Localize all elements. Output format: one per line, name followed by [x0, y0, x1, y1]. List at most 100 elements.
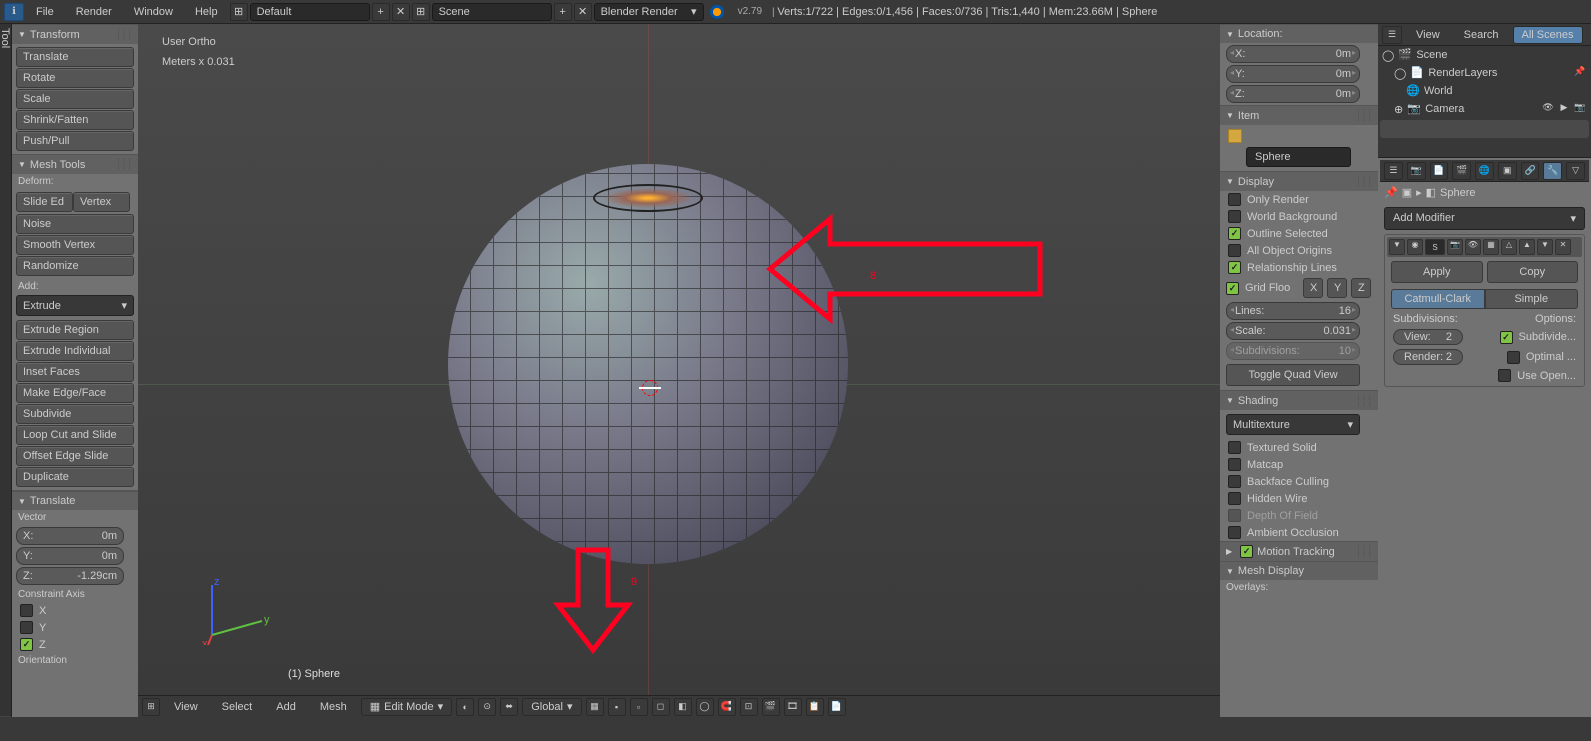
constraint-z-checkbox[interactable]: Z — [12, 636, 138, 653]
relationship-lines-checkbox[interactable]: Relationship Lines — [1220, 259, 1378, 276]
proportional-icon[interactable]: ◯ — [696, 698, 714, 716]
screen-layout-field[interactable]: Default — [250, 3, 370, 21]
optimal-display-checkbox[interactable] — [1507, 351, 1520, 364]
layout-delete-button[interactable]: ✕ — [392, 3, 410, 21]
vertex-button[interactable]: Vertex — [73, 192, 130, 212]
layout-add-button[interactable]: + — [372, 3, 390, 21]
constraint-y-checkbox[interactable]: Y — [12, 619, 138, 636]
matcap-checkbox[interactable]: Matcap — [1220, 456, 1378, 473]
file-menu[interactable]: File — [26, 4, 64, 20]
manipulator-icon[interactable]: ⬌ — [500, 698, 518, 716]
grid-floor-checkbox[interactable] — [1226, 282, 1239, 295]
subdivide-button[interactable]: Subdivide — [16, 404, 134, 424]
paste-icon[interactable]: 📄 — [828, 698, 846, 716]
backface-culling-checkbox[interactable]: Backface Culling — [1220, 473, 1378, 490]
outliner-item-scene[interactable]: ◯🎬Scene — [1378, 46, 1591, 64]
outliner-filter-dropdown[interactable]: All Scenes — [1513, 26, 1583, 44]
world-background-checkbox[interactable]: World Background — [1220, 208, 1378, 225]
mod-copy-button[interactable]: Copy — [1487, 261, 1579, 283]
edge-select-icon[interactable]: ▫ — [630, 698, 648, 716]
smooth-vertex-button[interactable]: Smooth Vertex — [16, 235, 134, 255]
only-render-checkbox[interactable]: Only Render — [1220, 191, 1378, 208]
editor-type-icon[interactable]: ⊞ — [142, 698, 160, 716]
constraint-x-checkbox[interactable]: X — [12, 602, 138, 619]
render-menu[interactable]: Render — [66, 4, 122, 20]
view-menu[interactable]: View — [164, 699, 208, 715]
transform-panel-header[interactable]: ▼Transform┊┊┊ — [12, 24, 138, 44]
outliner-item-renderlayers[interactable]: ◯📄RenderLayers📌 — [1378, 64, 1591, 82]
mod-cage-icon[interactable]: △ — [1501, 239, 1517, 255]
pivot-icon[interactable]: ⊙ — [478, 698, 496, 716]
restrict-view-icon[interactable]: 👁 — [1541, 102, 1555, 116]
props-tab-layers[interactable]: 📄 — [1430, 162, 1449, 180]
toggle-quad-view-button[interactable]: Toggle Quad View — [1226, 364, 1360, 386]
scene-field[interactable]: Scene — [432, 3, 552, 21]
extrude-dropdown[interactable]: Extrude▾ — [16, 295, 134, 316]
window-menu[interactable]: Window — [124, 4, 183, 20]
layers-icon[interactable]: ▦ — [586, 698, 604, 716]
face-select-icon[interactable]: ◻ — [652, 698, 670, 716]
slide-edge-button[interactable]: Slide Ed — [16, 192, 73, 212]
mesh-tools-panel-header[interactable]: ▼Mesh Tools┊┊┊ — [12, 154, 138, 174]
help-menu[interactable]: Help — [185, 4, 228, 20]
loc-x-field[interactable]: X:0m — [1226, 45, 1360, 63]
mesh-display-panel-header[interactable]: ▼Mesh Display — [1220, 561, 1378, 580]
mod-editmode-icon[interactable]: ▦ — [1483, 239, 1499, 255]
object-name-input[interactable] — [1246, 147, 1351, 167]
pin-icon[interactable]: 📌 — [1384, 186, 1398, 199]
vert-select-icon[interactable]: ▪ — [608, 698, 626, 716]
make-edge-face-button[interactable]: Make Edge/Face — [16, 383, 134, 403]
grid-x-button[interactable]: X — [1303, 278, 1323, 298]
outline-selected-checkbox[interactable]: Outline Selected — [1220, 225, 1378, 242]
shrink-fatten-button[interactable]: Shrink/Fatten — [16, 110, 134, 130]
translate-button[interactable]: Translate — [16, 47, 134, 67]
loc-z-field[interactable]: Z:0m — [1226, 85, 1360, 103]
rotate-button[interactable]: Rotate — [16, 68, 134, 88]
catmull-clark-button[interactable]: Catmull-Clark — [1391, 289, 1485, 309]
select-menu[interactable]: Select — [212, 699, 263, 715]
offset-edge-button[interactable]: Offset Edge Slide — [16, 446, 134, 466]
copy-icon[interactable]: 📋 — [806, 698, 824, 716]
textured-solid-checkbox[interactable]: Textured Solid — [1220, 439, 1378, 456]
grid-y-button[interactable]: Y — [1327, 278, 1347, 298]
viewport-shading-icon[interactable]: ◐ — [456, 698, 474, 716]
props-editor-icon[interactable]: ☰ — [1384, 162, 1403, 180]
mesh-menu[interactable]: Mesh — [310, 699, 357, 715]
props-tab-world[interactable]: 🌐 — [1475, 162, 1494, 180]
render-icon[interactable]: 🎬 — [762, 698, 780, 716]
mode-dropdown[interactable]: ▦Edit Mode▾ — [361, 698, 452, 716]
mod-down-icon[interactable]: ▼ — [1537, 239, 1553, 255]
editor-type-icon[interactable]: ℹ — [4, 3, 24, 21]
mod-render-icon[interactable]: 📷 — [1447, 239, 1463, 255]
display-panel-header[interactable]: ▼Display┊┊┊ — [1220, 171, 1378, 191]
scale-button[interactable]: Scale — [16, 89, 134, 109]
duplicate-button[interactable]: Duplicate — [16, 467, 134, 487]
scene-delete-button[interactable]: ✕ — [574, 3, 592, 21]
props-tab-render[interactable]: 📷 — [1407, 162, 1426, 180]
subdiv-render-field[interactable]: Render:2 — [1393, 349, 1463, 365]
scene-add-button[interactable]: + — [554, 3, 572, 21]
all-origins-checkbox[interactable]: All Object Origins — [1220, 242, 1378, 259]
grid-scale-field[interactable]: Scale:0.031 — [1226, 322, 1360, 340]
randomize-button[interactable]: Randomize — [16, 256, 134, 276]
mod-name-input[interactable] — [1425, 239, 1445, 255]
restrict-render-icon[interactable]: 📷 — [1573, 102, 1587, 116]
vector-x-field[interactable]: X:0m — [16, 527, 124, 545]
mod-expand-icon[interactable]: ▼ — [1389, 239, 1405, 255]
tab-tool[interactable]: Tool — [0, 24, 11, 717]
layout-browse-icon[interactable]: ⊞ — [230, 3, 248, 21]
grid-lines-field[interactable]: Lines:16 — [1226, 302, 1360, 320]
loc-y-field[interactable]: Y:0m — [1226, 65, 1360, 83]
item-panel-header[interactable]: ▼Item┊┊┊ — [1220, 105, 1378, 125]
loop-cut-button[interactable]: Loop Cut and Slide — [16, 425, 134, 445]
props-tab-data[interactable]: ▽ — [1566, 162, 1585, 180]
pin-icon[interactable]: 📌 — [1573, 66, 1587, 80]
outliner-layers-row[interactable] — [1380, 120, 1589, 138]
vector-y-field[interactable]: Y:0m — [16, 547, 124, 565]
use-opensubdiv-checkbox[interactable] — [1498, 369, 1511, 382]
outliner-item-world[interactable]: 🌐World — [1378, 82, 1591, 100]
subdiv-view-field[interactable]: View:2 — [1393, 329, 1463, 345]
hidden-wire-checkbox[interactable]: Hidden Wire — [1220, 490, 1378, 507]
extrude-individual-button[interactable]: Extrude Individual — [16, 341, 134, 361]
props-tab-modifiers[interactable]: 🔧 — [1543, 162, 1562, 180]
